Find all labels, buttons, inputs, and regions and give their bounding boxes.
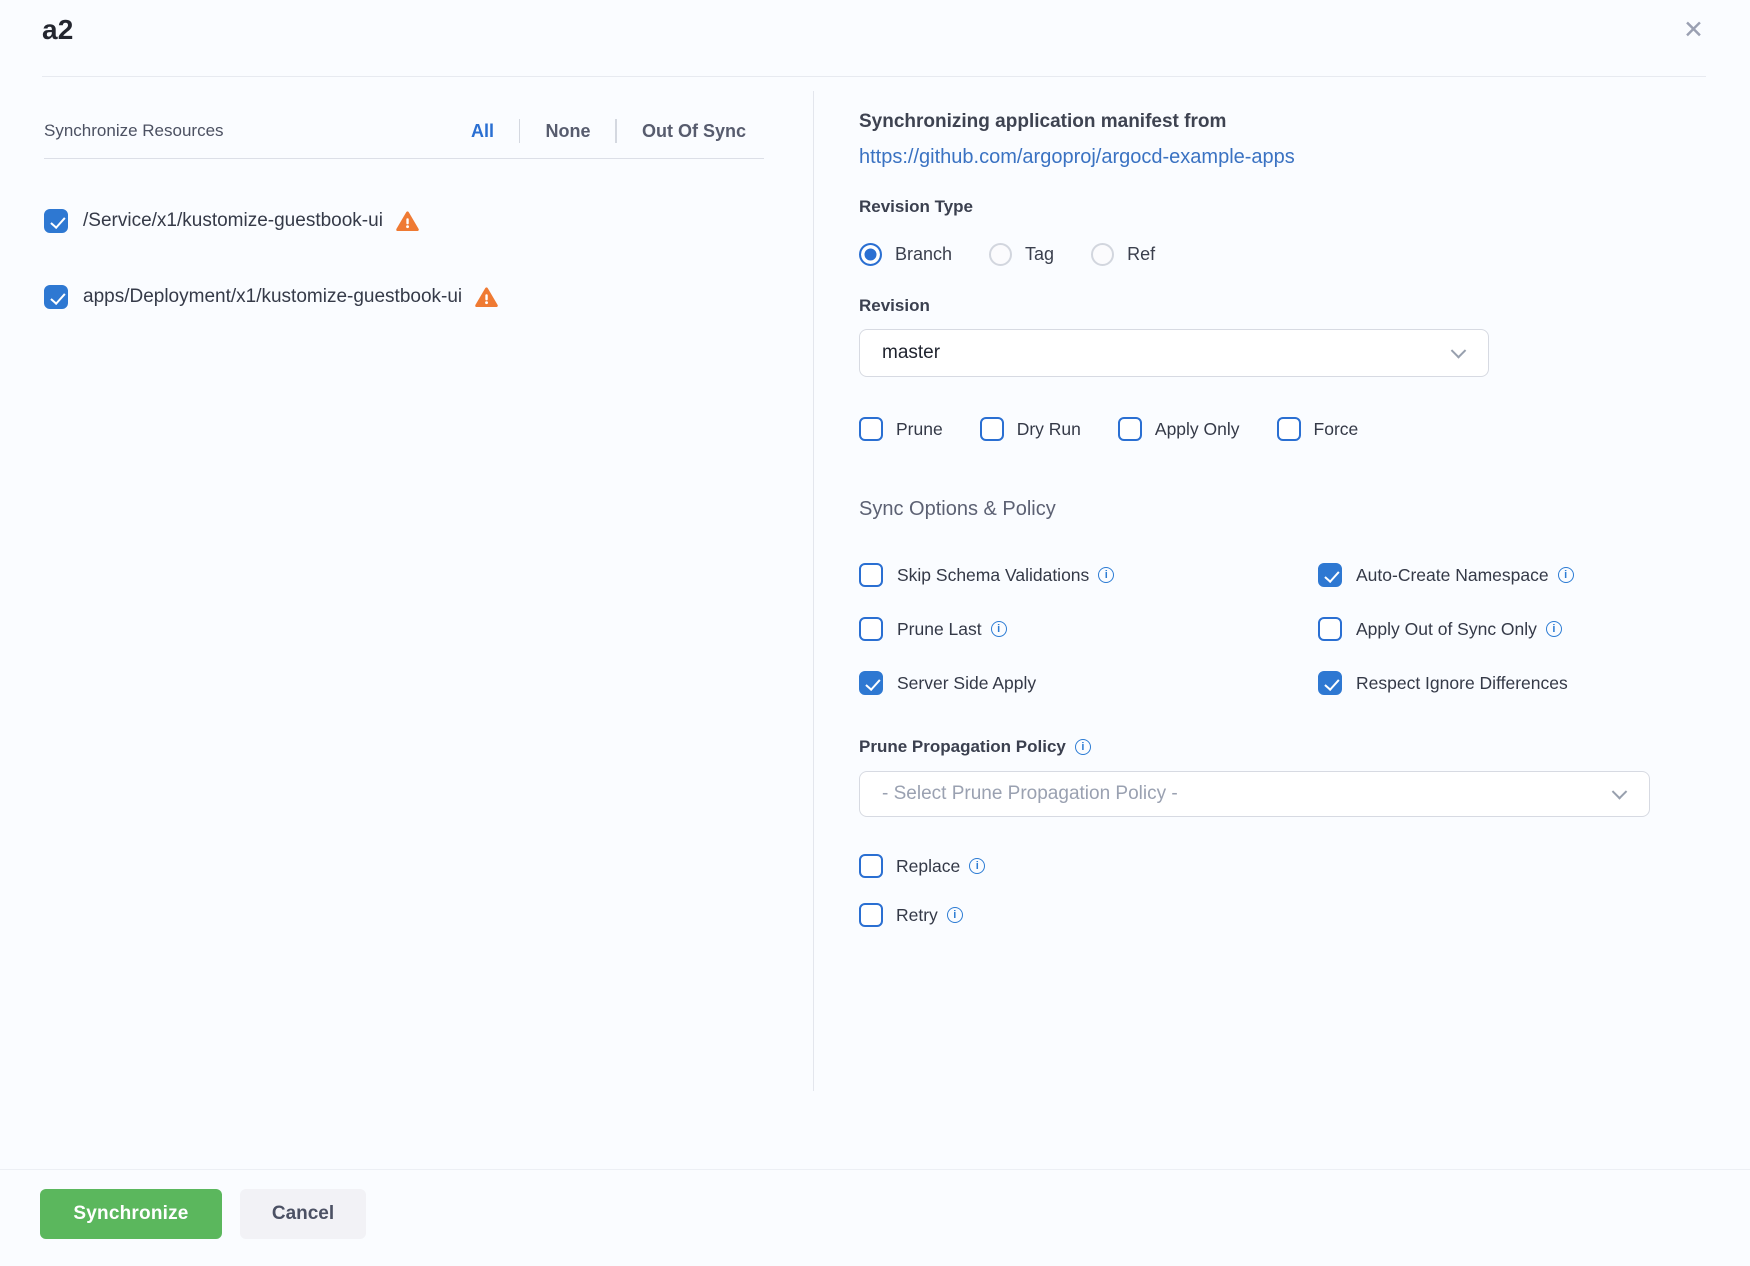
flag-prune[interactable]: Prune [859, 417, 943, 441]
radio-label: Tag [1025, 244, 1054, 265]
sync-panel: a2 ✕ Synchronize Resources All None Out … [0, 0, 1750, 1266]
radio-label: Ref [1127, 244, 1155, 265]
sync-options-grid: Skip Schema Validations i Auto-Create Na… [859, 563, 1654, 695]
option-respect-ignore-differences[interactable]: Respect Ignore Differences [1318, 671, 1654, 695]
checkbox-label: Respect Ignore Differences [1356, 673, 1568, 694]
chevron-down-icon [1451, 343, 1467, 359]
sync-settings-section: Synchronizing application manifest from … [814, 77, 1654, 1170]
resource-label: apps/Deployment/x1/kustomize-guestbook-u… [83, 286, 462, 308]
page-title: a2 [42, 14, 74, 46]
sync-options-heading: Sync Options & Policy [859, 498, 1654, 521]
revision-select-value: master [882, 342, 940, 364]
radio-tag[interactable]: Tag [989, 243, 1054, 266]
tab-separator [519, 119, 521, 143]
option-skip-schema-validations[interactable]: Skip Schema Validations i [859, 563, 1318, 587]
resources-divider [44, 158, 764, 159]
revision-type-options: Branch Tag Ref [859, 243, 1654, 266]
option-replace[interactable]: Replace i [859, 854, 1654, 878]
resource-row: apps/Deployment/x1/kustomize-guestbook-u… [44, 285, 764, 309]
footer-buttons: Synchronize Cancel [40, 1189, 1750, 1239]
info-icon[interactable]: i [969, 858, 985, 874]
repo-link[interactable]: https://github.com/argoproj/argocd-examp… [859, 146, 1295, 169]
checkbox-label: Apply Only [1155, 419, 1240, 440]
checkbox[interactable] [859, 903, 883, 927]
prune-policy-label: Prune Propagation Policy [859, 737, 1066, 757]
checkbox-label: Skip Schema Validations [897, 565, 1089, 586]
revision-label: Revision [859, 296, 1654, 316]
option-apply-out-of-sync-only[interactable]: Apply Out of Sync Only i [1318, 617, 1654, 641]
sync-flags-row: Prune Dry Run Apply Only Force [859, 417, 1654, 441]
filter-tabs: All None Out Of Sync [471, 119, 746, 143]
resources-title: Synchronize Resources [44, 121, 224, 141]
option-auto-create-namespace[interactable]: Auto-Create Namespace i [1318, 563, 1654, 587]
synchronize-button[interactable]: Synchronize [40, 1189, 222, 1239]
checkbox[interactable] [859, 563, 883, 587]
checkbox-label: Force [1314, 419, 1359, 440]
radio-circle[interactable] [1091, 243, 1114, 266]
prune-policy-select[interactable]: - Select Prune Propagation Policy - [859, 771, 1650, 817]
checkbox[interactable] [1318, 563, 1342, 587]
checkbox-label: Apply Out of Sync Only [1356, 619, 1537, 640]
resources-section: Synchronize Resources All None Out Of Sy… [44, 77, 764, 1170]
checkbox-label: Server Side Apply [897, 673, 1036, 694]
checkbox[interactable] [1318, 671, 1342, 695]
checkbox-label: Prune Last [897, 619, 982, 640]
info-icon[interactable]: i [947, 907, 963, 923]
checkbox-label: Prune [896, 419, 943, 440]
checkbox[interactable] [980, 417, 1004, 441]
checkbox[interactable] [859, 617, 883, 641]
info-icon[interactable]: i [1546, 621, 1562, 637]
option-prune-last[interactable]: Prune Last i [859, 617, 1318, 641]
resources-header: Synchronize Resources All None Out Of Sy… [44, 119, 764, 143]
radio-branch[interactable]: Branch [859, 243, 952, 266]
chevron-down-icon [1612, 784, 1628, 800]
flag-apply-only[interactable]: Apply Only [1118, 417, 1240, 441]
filter-tab-out-of-sync[interactable]: Out Of Sync [642, 121, 746, 142]
prune-policy-placeholder: - Select Prune Propagation Policy - [882, 783, 1178, 805]
warning-icon [396, 211, 419, 232]
checkbox[interactable] [1277, 417, 1301, 441]
prune-policy-label-row: Prune Propagation Policy i [859, 737, 1654, 757]
revision-select[interactable]: master [859, 329, 1489, 377]
resource-label: /Service/x1/kustomize-guestbook-ui [83, 210, 383, 232]
checkbox[interactable] [1118, 417, 1142, 441]
filter-tab-all[interactable]: All [471, 121, 494, 142]
tab-separator [615, 119, 617, 143]
radio-circle[interactable] [859, 243, 882, 266]
checkbox[interactable] [1318, 617, 1342, 641]
revision-type-label: Revision Type [859, 197, 1654, 217]
resource-checkbox[interactable] [44, 209, 68, 233]
filter-tab-none[interactable]: None [545, 121, 590, 142]
checkbox-label: Auto-Create Namespace [1356, 565, 1549, 586]
panel-footer: Synchronize Cancel [0, 1169, 1750, 1239]
info-icon[interactable]: i [991, 621, 1007, 637]
info-icon[interactable]: i [1558, 567, 1574, 583]
radio-circle[interactable] [989, 243, 1012, 266]
checkbox[interactable] [859, 671, 883, 695]
cancel-button[interactable]: Cancel [240, 1189, 366, 1239]
flag-force[interactable]: Force [1277, 417, 1359, 441]
info-icon[interactable]: i [1098, 567, 1114, 583]
option-retry[interactable]: Retry i [859, 903, 1654, 927]
checkbox-label: Dry Run [1017, 419, 1081, 440]
checkbox-label: Retry [896, 905, 938, 926]
warning-icon [475, 287, 498, 308]
info-icon[interactable]: i [1075, 739, 1091, 755]
manifest-source-label: Synchronizing application manifest from [859, 111, 1654, 133]
checkbox[interactable] [859, 417, 883, 441]
close-icon[interactable]: ✕ [1683, 18, 1704, 43]
flag-dry-run[interactable]: Dry Run [980, 417, 1081, 441]
panel-content: Synchronize Resources All None Out Of Sy… [0, 77, 1750, 1170]
option-server-side-apply[interactable]: Server Side Apply [859, 671, 1318, 695]
panel-header: a2 ✕ [0, 0, 1750, 76]
radio-ref[interactable]: Ref [1091, 243, 1155, 266]
resource-checkbox[interactable] [44, 285, 68, 309]
checkbox-label: Replace [896, 856, 960, 877]
radio-label: Branch [895, 244, 952, 265]
checkbox[interactable] [859, 854, 883, 878]
resource-row: /Service/x1/kustomize-guestbook-ui [44, 209, 764, 233]
footer-divider [0, 1169, 1750, 1170]
